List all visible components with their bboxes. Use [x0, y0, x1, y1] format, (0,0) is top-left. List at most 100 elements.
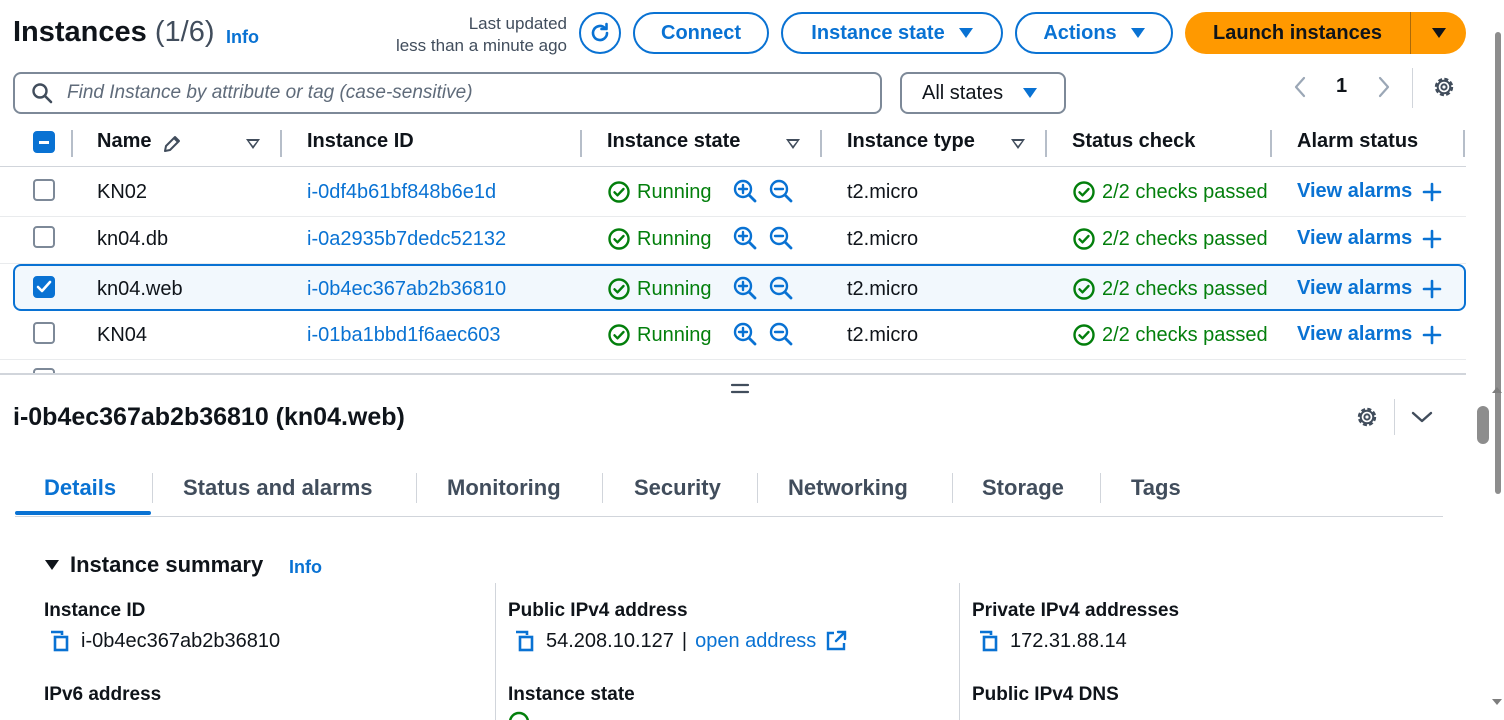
zoom-in-icon[interactable] — [732, 225, 758, 251]
status-check[interactable]: 2/2 checks passed — [1072, 227, 1273, 251]
column-header-instance-type[interactable]: Instance type — [847, 130, 975, 153]
zoom-out-icon[interactable] — [768, 275, 794, 301]
row-checkbox[interactable] — [33, 276, 55, 298]
column-header-status-check[interactable]: Status check — [1072, 130, 1195, 153]
external-link-icon[interactable] — [824, 629, 848, 653]
scrollbar[interactable] — [1476, 32, 1504, 720]
column-header-alarm-status[interactable]: Alarm status — [1297, 130, 1418, 153]
table-row[interactable]: kn04.db i-0a2935b7dedc52132 Running t2.micr… — [0, 216, 1466, 264]
status-check[interactable]: 2/2 checks passed — [1072, 180, 1273, 204]
public-ipv4-value: 54.208.10.127 | open address — [512, 628, 848, 654]
zoom-out-icon[interactable] — [768, 321, 794, 347]
last-updated: Last updated less than a minute ago — [360, 13, 567, 57]
check-circle-icon — [1073, 278, 1095, 300]
state-filter-select[interactable]: All states — [900, 72, 1066, 114]
instance-id-link[interactable]: i-0a2935b7dedc52132 — [307, 228, 506, 251]
sort-icon[interactable] — [1011, 139, 1025, 149]
zoom-in-button[interactable] — [732, 225, 758, 251]
launch-dropdown-button[interactable] — [1411, 28, 1466, 38]
instance-summary-heading[interactable]: Instance summary — [44, 552, 263, 578]
zoom-out-icon[interactable] — [768, 178, 794, 204]
chevron-left-icon[interactable] — [1290, 74, 1310, 100]
column-header-instance-state[interactable]: Instance state — [607, 130, 740, 153]
copy-icon[interactable] — [47, 628, 73, 654]
zoom-out-button[interactable] — [768, 178, 794, 204]
open-address-link[interactable]: open address — [695, 630, 816, 653]
tab-storage[interactable]: Storage — [982, 475, 1064, 501]
tab-monitoring[interactable]: Monitoring — [447, 475, 561, 501]
chevron-down-icon[interactable] — [1410, 407, 1434, 427]
sort-icon[interactable] — [786, 139, 800, 149]
search-input[interactable] — [65, 81, 849, 105]
row-checkbox[interactable] — [33, 179, 55, 201]
instance-type: t2.micro — [847, 278, 919, 300]
column-header-instance-id[interactable]: Instance ID — [307, 130, 414, 153]
instance-id-link[interactable]: i-0df4b61bf848b6e1d — [307, 181, 496, 204]
state-filter-value: All states — [922, 81, 1004, 104]
connect-button[interactable]: Connect — [633, 12, 769, 54]
tab-divider — [416, 473, 417, 503]
instance-id-link[interactable]: i-0b4ec367ab2b36810 — [307, 278, 506, 301]
launch-instances-button[interactable]: Launch instances — [1185, 12, 1466, 54]
refresh-button[interactable] — [579, 12, 621, 54]
plus-icon[interactable] — [1422, 325, 1442, 345]
column-name-label: Name — [97, 130, 152, 152]
instance-state-button[interactable]: Instance state — [781, 12, 1003, 54]
instance-name: KN04 — [97, 324, 148, 346]
launch-instances-label[interactable]: Launch instances — [1185, 22, 1410, 45]
zoom-out-button[interactable] — [768, 321, 794, 347]
page-number[interactable]: 1 — [1336, 75, 1347, 98]
zoom-out-button[interactable] — [768, 225, 794, 251]
chevron-right-icon[interactable] — [1374, 74, 1394, 100]
zoom-in-button[interactable] — [732, 275, 758, 301]
column-header-name[interactable]: Name — [97, 130, 151, 153]
status-check[interactable]: 2/2 checks passed — [1072, 323, 1273, 347]
caret-down-icon — [1130, 28, 1145, 38]
zoom-in-icon[interactable] — [732, 275, 758, 301]
gear-icon[interactable] — [1430, 73, 1458, 101]
tab-details[interactable]: Details — [44, 475, 116, 501]
divider — [1410, 12, 1411, 54]
zoom-in-button[interactable] — [732, 178, 758, 204]
copy-icon[interactable] — [976, 628, 1002, 654]
plus-icon[interactable] — [1422, 229, 1442, 249]
zoom-out-button[interactable] — [768, 275, 794, 301]
selection-count: (1/6) — [154, 16, 215, 48]
view-alarms-link[interactable]: View alarms — [1297, 323, 1442, 346]
table-row[interactable]: KN04 i-01ba1bbd1f6aec603 Running t2.micro 2/… — [0, 312, 1466, 360]
copy-icon[interactable] — [512, 628, 538, 654]
zoom-in-icon[interactable] — [732, 178, 758, 204]
view-alarms-link[interactable]: View alarms — [1297, 180, 1442, 203]
zoom-in-icon[interactable] — [732, 321, 758, 347]
info-link[interactable]: Info — [226, 27, 259, 48]
tab-status-and-alarms[interactable]: Status and alarms — [183, 475, 373, 501]
info-link[interactable]: Info — [289, 557, 322, 578]
caret-down-icon — [1431, 28, 1446, 38]
search-box[interactable] — [13, 72, 882, 114]
status-check[interactable]: 2/2 checks passed — [1072, 277, 1273, 301]
zoom-in-button[interactable] — [732, 321, 758, 347]
sort-icon[interactable] — [246, 139, 260, 149]
column-divider — [495, 583, 496, 720]
select-all-checkbox[interactable] — [33, 131, 55, 153]
pencil-icon[interactable] — [161, 133, 183, 155]
view-alarms-link[interactable]: View alarms — [1297, 277, 1442, 300]
table-row[interactable]: kn04.web i-0b4ec367ab2b36810 Running t2.mic… — [13, 264, 1466, 311]
row-checkbox[interactable] — [33, 226, 55, 248]
drag-handle-icon[interactable] — [730, 381, 750, 395]
tab-security[interactable]: Security — [634, 475, 721, 501]
tab-tags[interactable]: Tags — [1131, 475, 1181, 501]
active-tab-indicator — [15, 511, 151, 515]
split-pane-divider[interactable] — [0, 373, 1466, 375]
tab-networking[interactable]: Networking — [788, 475, 908, 501]
plus-icon[interactable] — [1422, 182, 1442, 202]
instance-id-link[interactable]: i-01ba1bbd1f6aec603 — [307, 324, 501, 347]
instance-id-text: i-0b4ec367ab2b36810 — [81, 629, 281, 652]
row-checkbox[interactable] — [33, 322, 55, 344]
gear-icon[interactable] — [1353, 403, 1381, 431]
plus-icon[interactable] — [1422, 279, 1442, 299]
view-alarms-link[interactable]: View alarms — [1297, 227, 1442, 250]
zoom-out-icon[interactable] — [768, 225, 794, 251]
table-row[interactable]: KN02 i-0df4b61bf848b6e1d Running t2.micro 2/… — [0, 169, 1466, 217]
actions-button[interactable]: Actions — [1015, 12, 1173, 54]
